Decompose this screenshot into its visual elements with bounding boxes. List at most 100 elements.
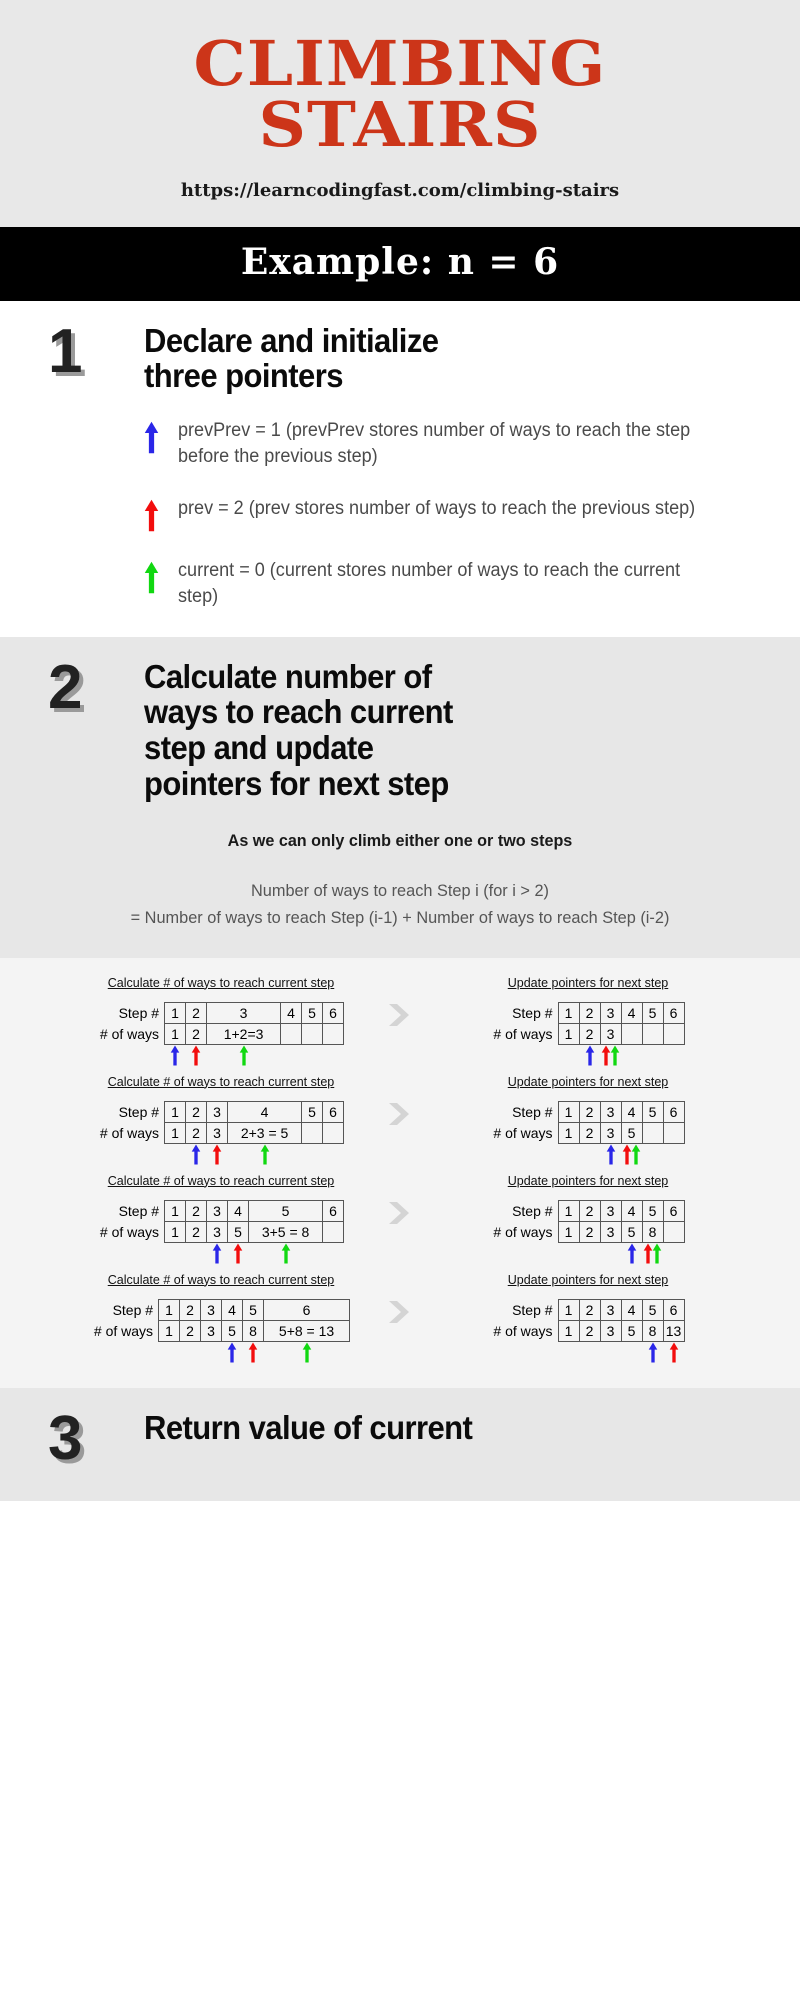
steps-table-right: Step #1 2 3 4 5 6 # of ways 1 2 3 [491, 1001, 685, 1067]
diagram-row-3: Calculate # of ways to reach current ste… [0, 1174, 800, 1265]
step-1-header: 1 Declare and initialize three pointers [0, 320, 800, 395]
table-row-step-numbers: Step #1 2 3 4 5 6 [98, 1100, 345, 1123]
step-cell-2: 2 [185, 1001, 208, 1024]
ways-cell-2: 2 [578, 1220, 601, 1243]
step-cell-2: 2 [578, 1298, 601, 1321]
ways-cell-6 [322, 1220, 345, 1243]
diagram-right-4: Update pointers for next step Step #1 2 3 4 5… [423, 1273, 753, 1364]
step-1-title: Declare and initialize three pointers [144, 322, 732, 395]
step-cell-5: 5 [248, 1199, 324, 1222]
ways-cell-6 [662, 1220, 685, 1243]
table: Step #1 2 3 4 5 6 # of ways 1 2 3 5 3+5 = 8 [98, 1199, 345, 1243]
diagram-left-2: Calculate # of ways to reach current ste… [47, 1075, 377, 1166]
step-cell-6: 6 [322, 1100, 345, 1123]
row-label-step: Step # [512, 1301, 553, 1318]
row-label-ways: # of ways [99, 1124, 160, 1141]
pointer-arrow-current [610, 1044, 620, 1066]
row-label-ways: # of ways [93, 1322, 154, 1339]
step-cell-4: 4 [227, 1199, 250, 1222]
diagram-caption-left: Calculate # of ways to reach current ste… [107, 1173, 335, 1188]
pointer-arrow-prev [233, 1242, 243, 1264]
row-label-step: Step # [118, 1202, 160, 1219]
row-label-ways: # of ways [99, 1025, 160, 1042]
step-cell-5: 5 [301, 1100, 324, 1123]
step-1-title-line-2: three pointers [144, 357, 344, 395]
pointer-arrow-prevPrev [191, 1143, 201, 1165]
step-cell-3: 3 [206, 1001, 282, 1024]
example-banner: Example: n = 6 [0, 226, 800, 301]
chevron-right-icon [377, 1075, 423, 1127]
diagram-row-2: Calculate # of ways to reach current ste… [0, 1075, 800, 1166]
table-row-step-numbers: Step #1 2 3 4 5 6 [491, 1298, 685, 1321]
ways-cell-6: 13 [662, 1319, 685, 1342]
ways-cell-6 [662, 1022, 685, 1045]
ways-cell-5 [641, 1121, 664, 1144]
ways-cell-3: 1+2=3 [206, 1022, 282, 1045]
pointer-arrow-current [652, 1242, 662, 1264]
step-cell-3: 3 [206, 1100, 229, 1123]
step-cell-1: 1 [557, 1100, 580, 1123]
step-2-title-line-2: ways to reach current [144, 693, 453, 731]
table-row-step-numbers: Step #1 2 3 4 5 6 [491, 1100, 685, 1123]
table: Step #1 2 3 4 5 6 # of ways 1 2 3 [491, 1001, 685, 1045]
diagram-right-2: Update pointers for next step Step #1 2 3 4 5… [423, 1075, 753, 1166]
table-row-ways: # of ways 1 2 3 5 3+5 = 8 [98, 1220, 345, 1243]
pointer-markers [98, 1143, 344, 1166]
step-cell-3: 3 [599, 1298, 622, 1321]
table-wrap-right: Step #1 2 3 4 5 6 # of ways 1 2 3 5 8 [423, 1199, 753, 1265]
step-cell-2: 2 [578, 1001, 601, 1024]
pointer-markers [92, 1341, 350, 1364]
ways-cell-3: 3 [206, 1220, 229, 1243]
table-wrap-left: Step #1 2 3 4 5 6 # of ways 1 2 3 5 3+5 = 8 [65, 1199, 377, 1265]
step-3-section: 3 Return value of current [0, 1387, 800, 1501]
bullet-item-1: prevPrev = 1 (prevPrev stores number of … [144, 418, 748, 470]
step-cell-3: 3 [200, 1298, 223, 1321]
step-1-bullet-list: prevPrev = 1 (prevPrev stores number of … [0, 418, 800, 611]
ways-cell-4: 5 [620, 1220, 643, 1243]
step-2-title-line-3: step and update [144, 728, 374, 766]
step-cell-5: 5 [641, 1001, 664, 1024]
table: Step #1 2 3 4 5 6 # of ways 1 2 3 5 8 [491, 1199, 685, 1243]
table: Step #1 2 3 4 5 6 # of ways 1 2 3 2+3 = 5 [98, 1100, 345, 1144]
ways-cell-3: 3 [599, 1220, 622, 1243]
ways-cell-5: 8 [641, 1319, 664, 1342]
step-2-note: As we can only climb either one or two s… [227, 831, 573, 851]
pointer-markers [98, 1242, 344, 1265]
steps-table-right: Step #1 2 3 4 5 6 # of ways 1 2 3 5 [491, 1100, 685, 1166]
pointer-arrow-prev [212, 1143, 222, 1165]
ways-cell-2: 2 [578, 1121, 601, 1144]
step-cell-2: 2 [578, 1100, 601, 1123]
formula-line-1: Number of ways to reach Step i (for i > … [251, 881, 549, 901]
chevron-right-icon [377, 1273, 423, 1325]
step-cell-3: 3 [599, 1199, 622, 1222]
steps-table-right: Step #1 2 3 4 5 6 # of ways 1 2 3 5 8 [491, 1199, 685, 1265]
step-cell-1: 1 [557, 1199, 580, 1222]
row-label-ways: # of ways [493, 1124, 553, 1141]
page-title: CLIMBING STAIRS [0, 33, 800, 156]
pointer-arrow-prevPrev [627, 1242, 637, 1264]
pointer-markers [491, 1044, 684, 1067]
pointer-arrow-current [239, 1044, 249, 1066]
steps-table-left: Step #1 2 3 4 5 6 # of ways 1 2 3 5 3+5 = 8 [98, 1199, 345, 1265]
step-cell-4: 4 [227, 1100, 303, 1123]
diagram-caption-left: Calculate # of ways to reach current ste… [107, 975, 335, 990]
table-row-step-numbers: Step #1 2 3 4 5 6 [98, 1199, 345, 1222]
ways-cell-4: 5 [620, 1319, 643, 1342]
pointer-markers [491, 1242, 684, 1265]
ways-cell-4: 5 [620, 1121, 643, 1144]
step-cell-4: 4 [620, 1298, 643, 1321]
pointer-arrow-prevPrev [170, 1044, 180, 1066]
step-2-number: 2 [48, 652, 82, 722]
pointer-arrow-prevPrev [227, 1341, 237, 1363]
table: Step #1 2 3 4 5 6 # of ways 1 2 3 5 8 5+8 = 13 [92, 1298, 351, 1342]
table-row-ways: # of ways 1 2 1+2=3 [98, 1022, 345, 1045]
pointer-arrow-prevPrev [212, 1242, 222, 1264]
row-label-ways: # of ways [493, 1025, 553, 1042]
pointer-arrow-current [260, 1143, 270, 1165]
table-row-step-numbers: Step #1 2 3 4 5 6 [92, 1298, 351, 1321]
bullet-item-2: prev = 2 (prev stores number of ways to … [144, 496, 748, 532]
table-row-step-numbers: Step #1 2 3 4 5 6 [98, 1001, 345, 1024]
step-3-number: 3 [48, 1403, 82, 1473]
pointer-arrow-current [631, 1143, 641, 1165]
step-cell-1: 1 [164, 1199, 187, 1222]
